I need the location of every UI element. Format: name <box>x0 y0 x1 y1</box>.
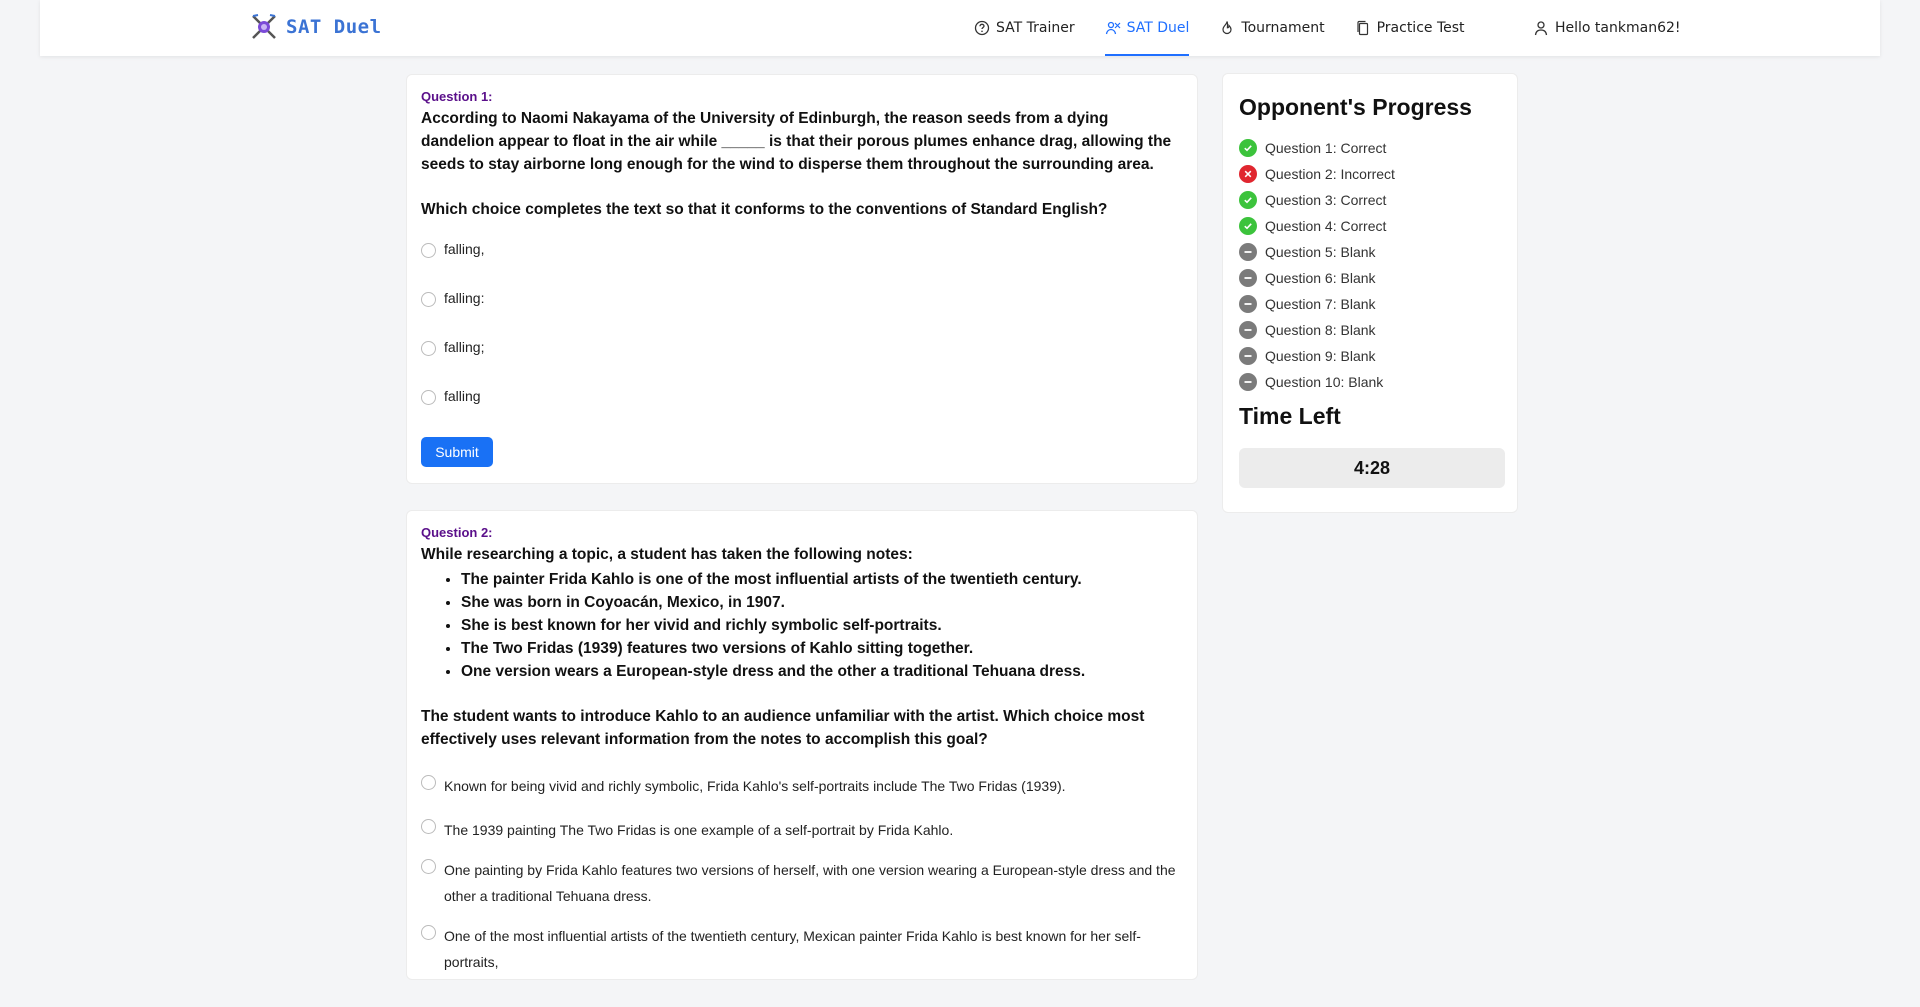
answer-choices: falling, falling: falling; falling <box>421 241 1183 437</box>
choice-text: falling: <box>444 290 485 306</box>
radio-button[interactable] <box>421 859 436 874</box>
progress-label: Question 8: Blank <box>1265 322 1376 338</box>
answer-choice[interactable]: falling <box>421 388 1183 437</box>
minus-circle-icon <box>1239 373 1257 391</box>
minus-circle-icon <box>1239 243 1257 261</box>
question-intro: While researching a topic, a student has… <box>421 546 913 563</box>
submit-button[interactable]: Submit <box>421 437 493 467</box>
check-circle-icon <box>1239 191 1257 209</box>
answer-choice[interactable]: One of the most influential artists of t… <box>421 923 1183 975</box>
question-prompt: The student wants to introduce Kahlo to … <box>421 708 1145 748</box>
choice-text: One painting by Frida Kahlo features two… <box>444 862 1176 904</box>
progress-item: Question 3: Correct <box>1239 187 1501 213</box>
progress-item: Question 2: Incorrect <box>1239 161 1501 187</box>
check-circle-icon <box>1239 139 1257 157</box>
minus-circle-icon <box>1239 347 1257 365</box>
answer-choice[interactable]: One painting by Frida Kahlo features two… <box>421 857 1183 909</box>
opponent-panel: Opponent's Progress Question 1: Correct Q… <box>1222 73 1518 513</box>
answer-choice[interactable]: falling, <box>421 241 1183 290</box>
choice-text: falling <box>444 388 481 404</box>
duel-icon <box>1105 20 1121 36</box>
nav-label: SAT Duel <box>1126 20 1190 36</box>
choice-text: falling; <box>444 339 485 355</box>
note-item: She was born in Coyoacán, Mexico, in 190… <box>461 591 1183 614</box>
question-label: Question 2: <box>421 525 493 540</box>
minus-circle-icon <box>1239 295 1257 313</box>
countdown-timer: 4:28 <box>1239 448 1505 488</box>
progress-label: Question 10: Blank <box>1265 374 1384 390</box>
progress-item: Question 5: Blank <box>1239 239 1501 265</box>
copy-icon <box>1355 20 1371 36</box>
notes-list: The painter Frida Kahlo is one of the mo… <box>461 568 1183 683</box>
choice-text: One of the most influential artists of t… <box>444 928 1141 970</box>
radio-button[interactable] <box>421 819 436 834</box>
progress-item: Question 4: Correct <box>1239 213 1501 239</box>
progress-label: Question 3: Correct <box>1265 192 1387 208</box>
note-item: One version wears a European-style dress… <box>461 660 1183 683</box>
nav-practice-test[interactable]: Practice Test <box>1355 0 1465 56</box>
app-name: SAT Duel <box>286 16 382 38</box>
radio-button[interactable] <box>421 292 436 307</box>
progress-label: Question 6: Blank <box>1265 270 1376 286</box>
choice-text: The 1939 painting The Two Fridas is one … <box>444 822 954 838</box>
nav-label: SAT Trainer <box>996 20 1075 36</box>
progress-title: Opponent's Progress <box>1239 94 1472 120</box>
radio-button[interactable] <box>421 390 436 405</box>
progress-item: Question 1: Correct <box>1239 135 1501 161</box>
question-prompt: Which choice completes the text so that … <box>421 201 1108 218</box>
nav-sat-trainer[interactable]: SAT Trainer <box>974 0 1075 56</box>
answer-choices: Known for being vivid and richly symboli… <box>421 773 1183 975</box>
note-item: The painter Frida Kahlo is one of the mo… <box>461 568 1183 591</box>
question-label: Question 1: <box>421 89 493 104</box>
answer-choice[interactable]: The 1939 painting The Two Fridas is one … <box>421 817 1183 843</box>
progress-label: Question 7: Blank <box>1265 296 1376 312</box>
radio-button[interactable] <box>421 341 436 356</box>
progress-label: Question 1: Correct <box>1265 140 1387 156</box>
app-logo[interactable]: SAT Duel <box>250 13 382 41</box>
progress-item: Question 10: Blank <box>1239 369 1501 395</box>
answer-choice[interactable]: Known for being vivid and richly symboli… <box>421 773 1183 799</box>
check-circle-icon <box>1239 217 1257 235</box>
crossed-swords-icon <box>252 14 276 39</box>
help-circle-icon <box>974 20 990 36</box>
question-text: According to Naomi Nakayama of the Unive… <box>421 110 1172 173</box>
progress-item: Question 7: Blank <box>1239 291 1501 317</box>
time-left-title: Time Left <box>1239 403 1341 429</box>
main-nav: SAT Trainer SAT Duel Tournament Practice… <box>974 0 1495 56</box>
nav-label: Tournament <box>1241 20 1325 36</box>
note-item: She is best known for her vivid and rich… <box>461 614 1183 637</box>
nav-tournament[interactable]: Tournament <box>1219 0 1325 56</box>
minus-circle-icon <box>1239 269 1257 287</box>
radio-button[interactable] <box>421 925 436 940</box>
progress-item: Question 9: Blank <box>1239 343 1501 369</box>
nav-label: Practice Test <box>1376 20 1465 36</box>
answer-choice[interactable]: falling; <box>421 339 1183 388</box>
answer-choice[interactable]: falling: <box>421 290 1183 339</box>
choice-text: Known for being vivid and richly symboli… <box>444 778 1066 794</box>
flame-icon <box>1219 20 1235 36</box>
user-menu[interactable]: Hello tankman62! <box>1533 0 1681 56</box>
top-navbar: SAT Duel SAT Trainer SAT Duel Tournament… <box>40 0 1880 56</box>
progress-label: Question 4: Correct <box>1265 218 1387 234</box>
user-icon <box>1533 20 1549 36</box>
progress-label: Question 5: Blank <box>1265 244 1376 260</box>
radio-button[interactable] <box>421 775 436 790</box>
radio-button[interactable] <box>421 243 436 258</box>
nav-sat-duel[interactable]: SAT Duel <box>1104 0 1190 56</box>
progress-item: Question 8: Blank <box>1239 317 1501 343</box>
x-circle-icon <box>1239 165 1257 183</box>
progress-label: Question 9: Blank <box>1265 348 1376 364</box>
question-card-1: Question 1: According to Naomi Nakayama … <box>406 74 1198 484</box>
progress-label: Question 2: Incorrect <box>1265 166 1395 182</box>
note-item: The Two Fridas (1939) features two versi… <box>461 637 1183 660</box>
progress-list: Question 1: Correct Question 2: Incorrect… <box>1239 135 1501 395</box>
minus-circle-icon <box>1239 321 1257 339</box>
progress-item: Question 6: Blank <box>1239 265 1501 291</box>
question-card-2: Question 2: While researching a topic, a… <box>406 510 1198 980</box>
user-greeting: Hello tankman62! <box>1555 20 1681 36</box>
choice-text: falling, <box>444 241 485 257</box>
